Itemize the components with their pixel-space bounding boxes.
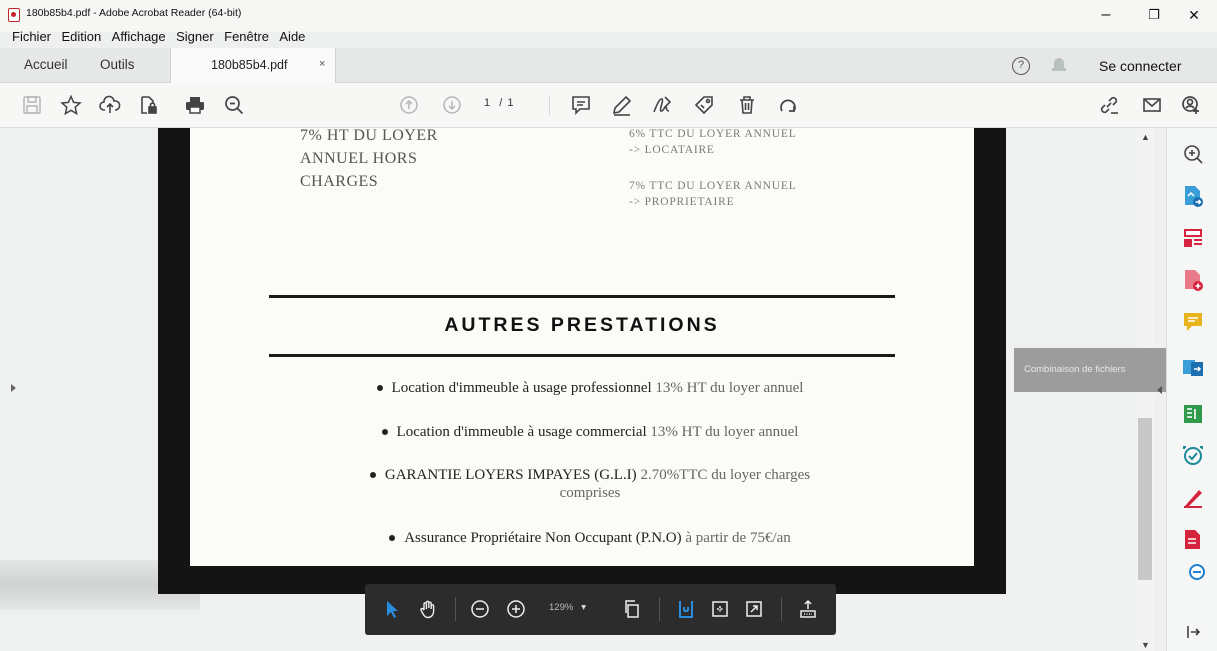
zoom-tool-icon[interactable] [1181,142,1205,166]
total-pages: / 1 [499,97,515,109]
acrobat-app-icon [8,8,20,22]
section-top-rule [269,295,895,298]
trash-icon[interactable] [735,93,759,117]
page-down-icon[interactable] [440,93,464,117]
protect-pdf-icon[interactable] [1181,528,1205,552]
star-icon[interactable] [59,93,83,117]
bar-separator [781,597,782,621]
zoom-level-value: 129% [549,602,574,613]
help-icon[interactable]: ? [1012,57,1030,75]
page-up-icon[interactable] [397,93,421,117]
current-page-input[interactable]: 1 [484,97,491,109]
menu-fichier[interactable]: Fichier [12,29,51,44]
select-cursor-icon[interactable] [381,598,403,620]
bullet-dot [389,534,396,541]
maximize-button[interactable]: ❐ [1136,4,1172,26]
menu-affichage[interactable]: Affichage [112,29,166,44]
zoom-out-icon[interactable] [469,598,491,620]
pen-icon[interactable] [610,93,634,117]
bullet-dot [376,384,383,391]
document-viewer[interactable]: 7% HT DU LOYER ANNUEL HORS CHARGES 6% TT… [0,128,1166,651]
menu-edition[interactable]: Edition [61,29,101,44]
save-icon[interactable] [20,93,44,117]
expand-left-panel-icon[interactable] [11,384,16,392]
menu-signer[interactable]: Signer [176,29,214,44]
print-icon[interactable] [183,93,207,117]
window-title: 180b85b4.pdf - Adobe Acrobat Reader (64-… [26,7,242,19]
tab-accueil[interactable]: Accueil [24,57,68,72]
account-icon[interactable] [1179,93,1203,117]
file-lock-icon[interactable] [136,93,160,117]
main-toolbar: 1 / 1 [0,83,1217,128]
tab-bar: Accueil Outils 180b85b4.pdf × ? Se conne… [0,48,1217,83]
bar-separator [659,597,660,621]
create-pdf-icon[interactable] [1181,268,1205,292]
hand-tool-icon[interactable] [417,598,439,620]
comment-icon[interactable] [569,93,593,117]
tab-outils[interactable]: Outils [100,57,135,72]
section-bottom-rule [269,354,895,357]
minimize-button[interactable]: – [1088,4,1124,26]
right-tools-panel [1166,128,1217,651]
zoom-level-dropdown[interactable]: 129% ▾ [549,602,586,613]
tab-document[interactable]: 180b85b4.pdf × [170,48,336,83]
rent-fee-left: 7% HT DU LOYER ANNUEL HORS CHARGES [300,128,438,190]
bullet-dot [381,428,388,435]
tooltip-arrow [1157,386,1162,394]
signin-button[interactable]: Se connecter [1099,58,1182,74]
export-pdf-icon[interactable] [1181,184,1205,208]
list-item: Location d'immeuble à usage professionne… [330,380,850,397]
sign-icon[interactable] [650,93,674,117]
comment-tool-icon[interactable] [1181,310,1205,334]
close-window-button[interactable]: ✕ [1176,4,1212,26]
fill-sign-icon[interactable] [1181,486,1205,510]
list-item: Location d'immeuble à usage commercial 1… [330,424,850,441]
share-link-icon[interactable] [1097,93,1121,117]
list-item: GARANTIE LOYERS IMPAYES (G.L.I) 2.70%TTC… [330,467,850,502]
more-tools-icon[interactable] [1183,560,1207,584]
rotate-icon[interactable] [776,93,800,117]
collapse-panel-icon[interactable] [1181,620,1205,644]
page-indicator[interactable]: 1 / 1 [484,97,514,109]
zoom-in-icon[interactable] [505,598,527,620]
page-copy-icon[interactable] [621,598,643,620]
tag-icon[interactable] [692,93,716,117]
email-icon[interactable] [1140,93,1164,117]
notification-bell-icon[interactable] [1052,58,1066,73]
fit-page-icon[interactable] [675,598,697,620]
tooltip-combine-files: Combinaison de fichiers [1014,348,1166,392]
tab-document-label: 180b85b4.pdf [211,58,288,72]
bar-separator [455,597,456,621]
fit-width-icon[interactable] [709,598,731,620]
bullet-dot [369,471,376,478]
zoom-search-icon[interactable] [222,93,246,117]
floating-page-toolbar: 129% ▾ [365,584,836,635]
upload-icon[interactable] [98,93,122,117]
fullscreen-icon[interactable] [743,598,765,620]
scroll-down-arrow-icon[interactable]: ▼ [1141,640,1150,650]
combine-files-icon[interactable] [1181,356,1205,380]
rent-fee-tenant: 6% TTC DU LOYER ANNUEL -> LOCATAIRE [629,128,797,156]
section-title: AUTRES PRESTATIONS [444,314,720,336]
rent-fee-owner: 7% TTC DU LOYER ANNUEL -> PROPRIETAIRE [629,180,797,208]
list-item: Assurance Propriétaire Non Occupant (P.N… [330,530,850,547]
scrollbar-thumb[interactable] [1138,418,1152,580]
edit-pdf-icon[interactable] [1181,402,1205,426]
menu-fenetre[interactable]: Fenêtre [224,29,269,44]
menu-bar: Fichier Edition Affichage Signer Fenêtre… [0,28,305,48]
scan-ocr-icon[interactable] [1181,444,1205,468]
toolbar-separator [549,95,550,115]
zoom-caret-icon: ▾ [581,602,587,613]
close-tab-icon[interactable]: × [319,58,325,70]
menu-aide[interactable]: Aide [279,29,305,44]
organize-pages-icon[interactable] [1181,226,1205,250]
scroll-up-arrow-icon[interactable]: ▲ [1141,132,1150,142]
read-mode-icon[interactable] [797,598,819,620]
